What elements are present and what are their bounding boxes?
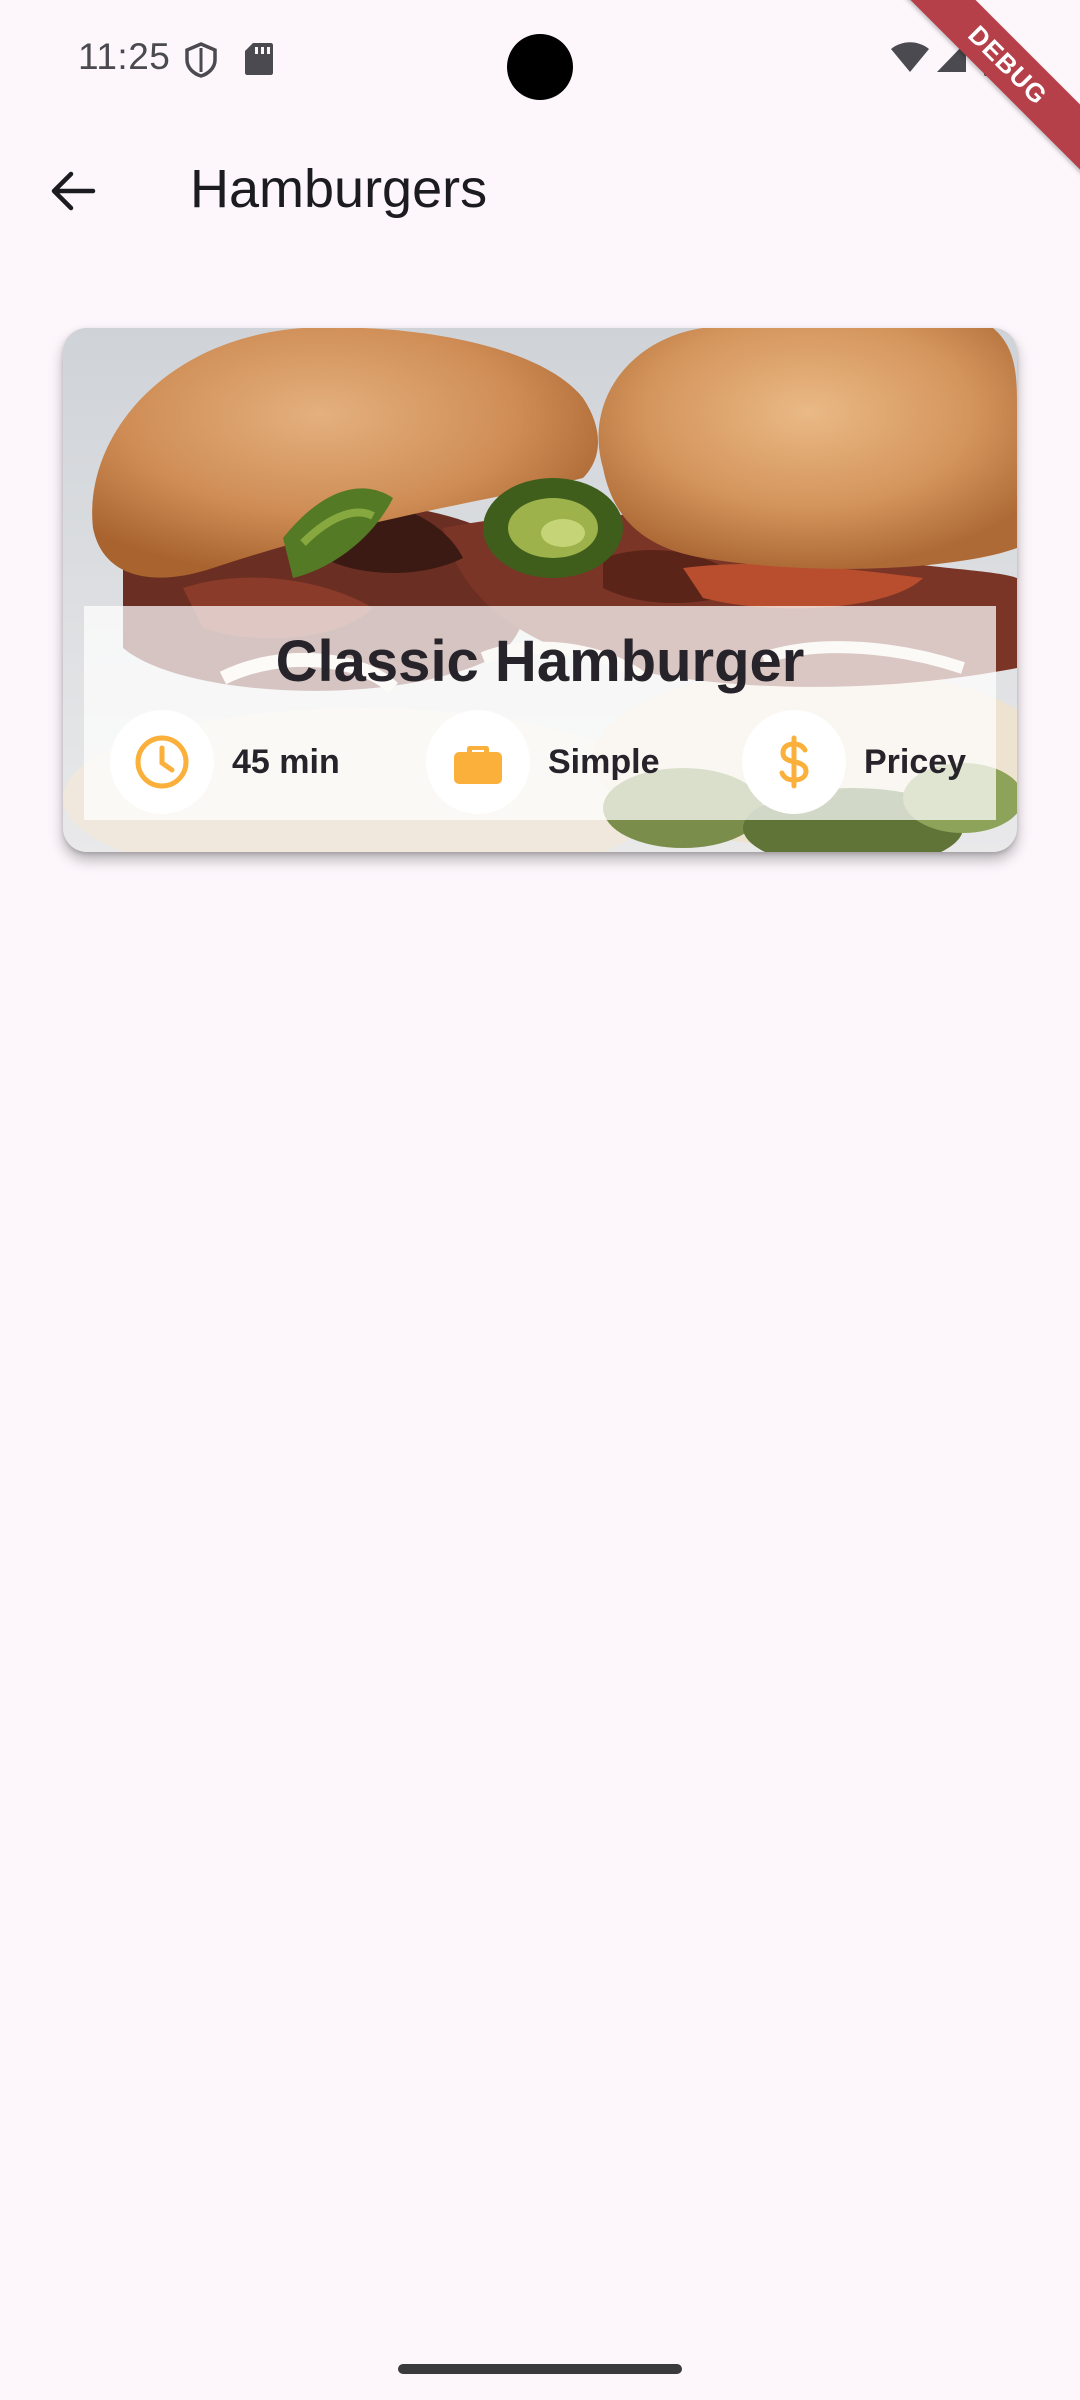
- duration-icon-badge: [110, 710, 214, 814]
- meal-title: Classic Hamburger: [275, 629, 805, 694]
- meal-affordability: Pricey: [742, 710, 966, 814]
- duration-label: 45 min: [232, 742, 340, 781]
- page-title: Hamburgers: [190, 159, 488, 219]
- clock-icon: [135, 735, 189, 789]
- briefcase-icon: [454, 746, 502, 784]
- status-time: 11:25: [78, 36, 171, 77]
- meal-info-panel: Classic Hamburger 45 min Simple Pricey: [84, 606, 996, 820]
- meal-complexity: Simple: [426, 710, 659, 814]
- front-camera: [507, 34, 573, 100]
- app-bar: Hamburgers: [0, 130, 1080, 250]
- home-indicator[interactable]: [398, 2364, 682, 2374]
- affordability-label: Pricey: [864, 742, 967, 781]
- dollar-icon: [779, 735, 809, 789]
- affordability-icon-badge: [742, 710, 846, 814]
- status-bar: 11:25: [0, 0, 1080, 120]
- meal-card[interactable]: Classic Hamburger 45 min Simple Pricey: [63, 328, 1017, 852]
- complexity-label: Simple: [548, 742, 660, 781]
- wifi-icon: [891, 42, 929, 72]
- meal-duration: 45 min: [110, 710, 340, 814]
- arrow-back-icon: [51, 171, 96, 211]
- back-button[interactable]: [32, 156, 114, 226]
- app-screen: 11:25 DEBUG Hamburgers Classic Hamburger…: [0, 0, 1080, 2400]
- shield-icon: [185, 42, 217, 78]
- sd-card-icon: [245, 43, 273, 75]
- complexity-icon-badge: [426, 710, 530, 814]
